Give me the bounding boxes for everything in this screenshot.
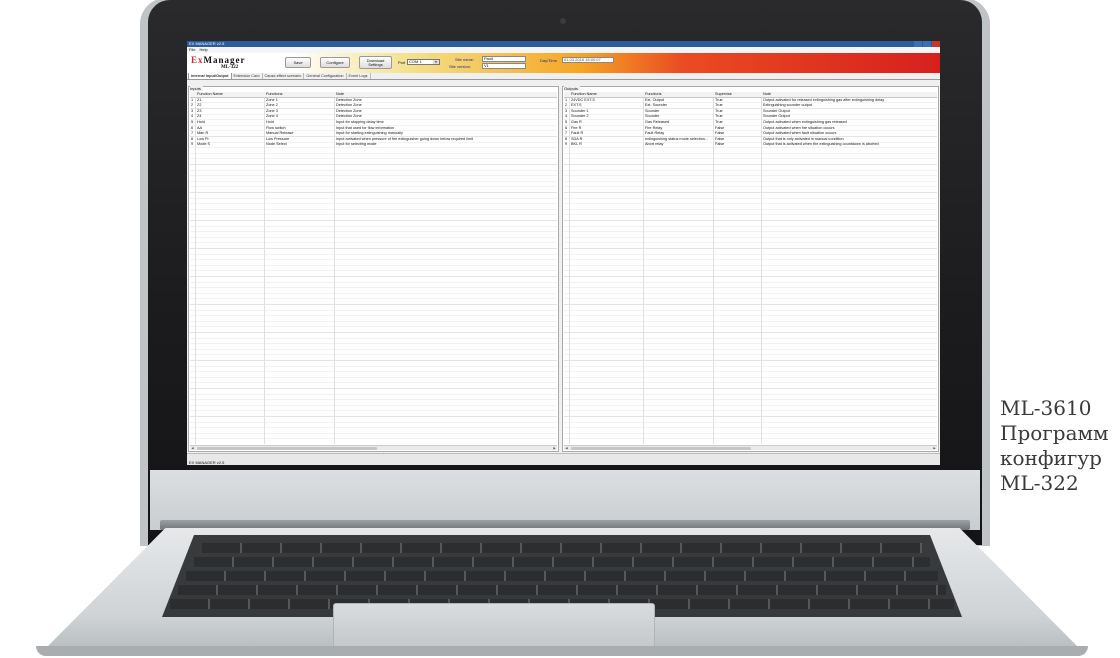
site-name-label: Site name: <box>455 57 475 62</box>
io-panels: Inputs Function Name Functions Note 1 Z1 Zone… <box>188 86 939 452</box>
tab-general-config[interactable]: General Configuration <box>304 73 347 79</box>
datetime-field[interactable]: 01.03.2016 18:00:07 <box>562 57 614 63</box>
toolbar: ExManager ML-322 Save Configure Download… <box>187 53 940 73</box>
configure-button[interactable]: Configure <box>320 57 350 68</box>
site-version-label: Site version: <box>449 64 472 69</box>
scroll-thumb[interactable] <box>197 447 377 450</box>
outputs-title: Outputs <box>564 86 581 91</box>
table-cell: Abort relay <box>645 142 664 147</box>
trackpad <box>333 603 655 649</box>
tab-cause-effect[interactable]: Cause-effect scenario <box>263 73 305 79</box>
scroll-right-icon[interactable]: ▶ <box>932 446 937 451</box>
outputs-grid: Function Name Functions Supervise Note 1 24VD… <box>564 92 937 444</box>
table-cell: False <box>715 142 725 147</box>
caption-line-3: конфигур <box>1000 446 1102 470</box>
table-cell: Node Select <box>266 142 287 147</box>
caption-line-1: ML-3610 <box>1000 396 1092 420</box>
caption-line-4: ML-322 <box>1000 471 1079 495</box>
laptop-screen: EX MANAGER v2.5 File Help ExManager ML-3… <box>187 41 940 465</box>
scroll-right-icon[interactable]: ▶ <box>552 446 557 451</box>
table-cell: Input for selecting mode <box>336 142 377 147</box>
tab-internal-io[interactable]: Internal Input/Output <box>188 72 232 79</box>
product-caption: ML-3610 Программ конфигур ML-322 <box>1000 396 1109 496</box>
table-cell: BKL R <box>571 142 582 147</box>
model-label: ML-322 <box>221 65 239 70</box>
status-text: EX MANAGER v2.5 <box>189 460 225 465</box>
window-title: EX MANAGER v2.5 <box>189 41 225 46</box>
tab-extension-card[interactable]: Extension Card <box>232 73 263 79</box>
app-logo: ExManager <box>191 55 246 65</box>
site-version-field[interactable]: V1 <box>482 63 526 69</box>
table-row[interactable]: 9 BKL R Abort relay False Output that is act… <box>564 142 937 148</box>
outputs-panel: Outputs Function Name Functions Supervise N… <box>562 86 939 452</box>
datetime-label: Day/Time <box>540 58 557 63</box>
scroll-left-icon[interactable]: ◀ <box>190 446 195 451</box>
laptop-base-edge <box>36 646 1088 656</box>
inputs-panel: Inputs Function Name Functions Note 1 Z1 Zone… <box>188 86 559 452</box>
table-cell: Mode S <box>197 142 211 147</box>
outputs-scrollbar[interactable]: ◀ ▶ <box>564 445 937 450</box>
tab-bar: Internal Input/Output Extension Card Cau… <box>187 72 940 80</box>
table-row[interactable]: 9 Mode S Node Select Input for selecting mo… <box>190 142 557 148</box>
close-button[interactable] <box>932 41 940 47</box>
inputs-grid: Function Name Functions Note 1 Z1 Zone 1 Detec… <box>190 92 557 444</box>
caption-line-2: Программ <box>1000 421 1109 445</box>
save-button[interactable]: Save <box>285 57 311 68</box>
scroll-thumb[interactable] <box>571 447 751 450</box>
webcam-icon <box>560 18 566 24</box>
window-titlebar: EX MANAGER v2.5 <box>187 41 940 47</box>
port-select[interactable]: COM 1 ▼ <box>407 59 440 65</box>
inputs-title: Inputs <box>190 86 203 91</box>
product-photo: EX MANAGER v2.5 File Help ExManager ML-3… <box>0 0 1120 658</box>
minimize-button[interactable] <box>914 41 922 47</box>
scroll-left-icon[interactable]: ◀ <box>564 446 569 451</box>
table-cell: Output that is activated when the exting… <box>763 142 879 147</box>
download-settings-button[interactable]: Download Settings <box>359 56 392 69</box>
inputs-scrollbar[interactable]: ◀ ▶ <box>190 445 557 450</box>
maximize-button[interactable] <box>923 41 931 47</box>
chevron-down-icon[interactable]: ▼ <box>433 60 439 64</box>
tab-event-logs[interactable]: Event Logs <box>347 73 371 79</box>
port-label: Port <box>398 60 406 65</box>
port-value: COM 1 <box>409 59 422 64</box>
status-bar: EX MANAGER v2.5 <box>187 453 940 465</box>
site-name-field[interactable]: Paolt <box>482 56 526 62</box>
